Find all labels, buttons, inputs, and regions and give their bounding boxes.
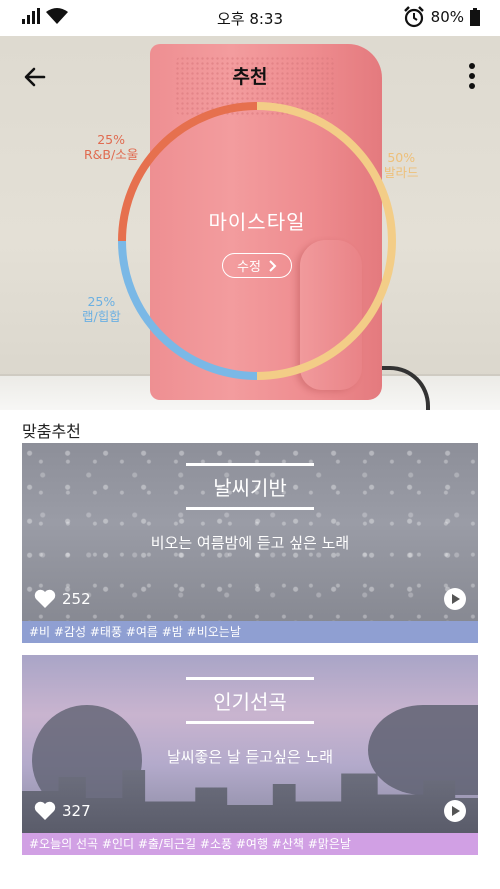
card-title: 날씨기반 [213,476,287,500]
tag-list: #오늘의 선곡 #인디 #출/퇴근길 #소풍 #여행 #산책 #맑은날 [22,833,478,855]
like-count: 252 [62,590,91,608]
playlist-card-weather[interactable]: 날씨기반 비오는 여름밤에 듣고 싶은 노래 252 #비 #감성 #태풍 #여… [22,443,478,643]
chevron-right-icon [269,259,277,272]
segment-percent: 25% [97,132,126,147]
segment-genre: 발라드 [384,165,419,180]
like-count: 327 [62,802,91,820]
segment-label-ballad: 50% 발라드 [384,150,419,180]
playlist-card-popular[interactable]: 인기선곡 날씨좋은 날 듣고싶은 노래 327 #오늘의 선곡 #인디 #출/퇴… [22,655,478,855]
card-heading: 인기선곡 날씨좋은 날 듣고싶은 노래 [22,677,478,767]
heart-icon [34,801,56,820]
play-icon[interactable] [444,588,466,610]
segment-label-rnb: 25% R&B/소울 [84,132,138,162]
heart-icon [34,589,56,608]
title-rule [186,507,314,510]
card-heading: 날씨기반 비오는 여름밤에 듣고 싶은 노래 [22,463,478,553]
segment-label-rap: 25% 랩/힙합 [82,294,121,324]
like-button[interactable]: 252 [34,589,91,609]
status-bar: 오후 8:33 80% [0,0,500,36]
segment-percent: 25% [87,294,116,309]
page-title: 추천 [232,66,268,88]
alarm-icon [403,6,424,28]
card-subtitle: 비오는 여름밤에 듣고 싶은 노래 [150,534,350,552]
title-rule [186,463,314,466]
section-title: 맞춤추천 [22,422,81,441]
edit-style-button[interactable]: 수정 [222,253,292,278]
tag-list: #비 #감성 #태풍 #여름 #밤 #비오는날 [22,621,478,643]
title-rule [186,721,314,724]
card-title: 인기선곡 [213,690,287,714]
battery-percent: 80% [430,8,464,26]
card-subtitle: 날씨좋은 날 듣고싶은 노래 [166,748,334,766]
more-options-icon[interactable] [462,62,482,90]
status-right: 80% [403,6,480,28]
segment-percent: 50% [387,150,416,165]
segment-genre: 랩/힙합 [82,309,121,324]
like-button[interactable]: 327 [34,801,91,821]
segment-genre: R&B/소울 [84,147,139,162]
my-style-title: 마이스타일 [208,210,306,234]
edit-label: 수정 [237,260,261,275]
battery-icon [470,8,480,26]
donut-center: 마이스타일 수정 [112,206,402,278]
play-icon[interactable] [444,800,466,822]
title-rule [186,677,314,680]
